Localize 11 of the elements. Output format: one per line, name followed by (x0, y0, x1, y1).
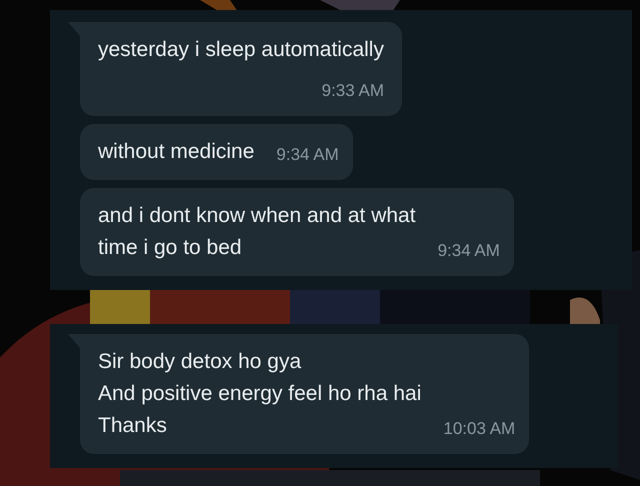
message-time: 9:34 AM (276, 144, 339, 166)
message-text: Sir body detox ho gya (98, 349, 302, 375)
message-text: and i dont know when and at what (98, 203, 416, 229)
message-text: Thanks (98, 413, 168, 439)
message-time: 10:03 AM (443, 418, 516, 440)
message-time: 9:33 AM (322, 80, 384, 102)
message-time: 9:34 AM (438, 240, 500, 262)
message-text: yesterday i sleep automatically (98, 37, 384, 63)
message-text: And positive energy feel ho rha hai (98, 381, 422, 407)
message-text: without medicine (98, 139, 254, 165)
message-text: time i go to bed (98, 235, 243, 261)
